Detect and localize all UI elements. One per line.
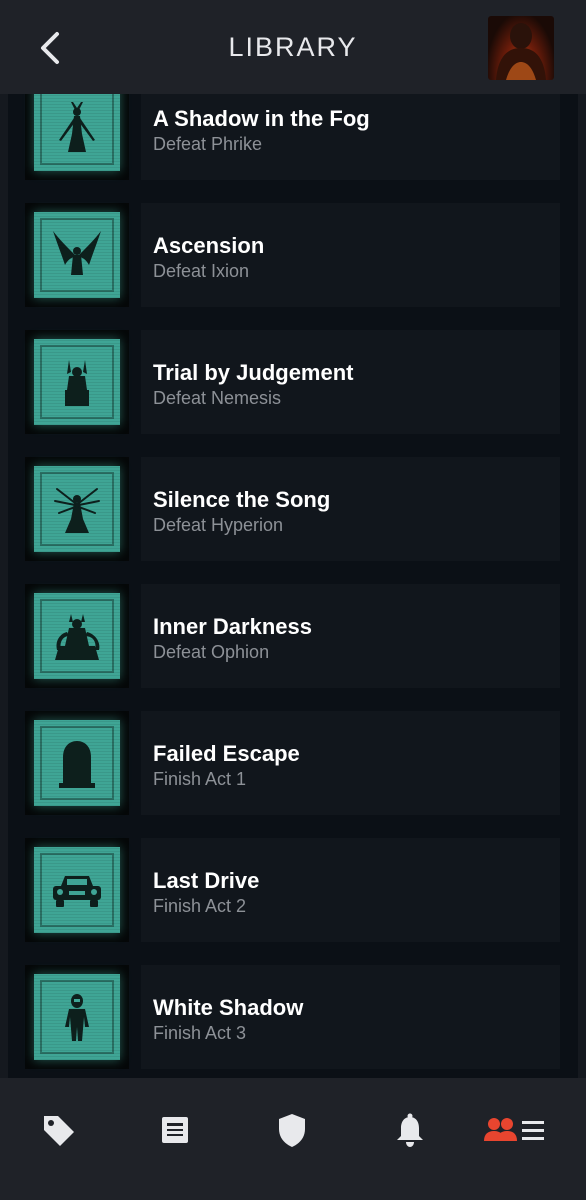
achievement-title: Inner Darkness xyxy=(153,614,312,639)
achievement-title: Silence the Song xyxy=(153,487,331,512)
achievement-badge xyxy=(25,330,129,434)
top-bar: LIBRARY xyxy=(0,0,586,94)
achievement-item[interactable]: Inner Darkness Defeat Ophion xyxy=(8,584,578,690)
achievement-subtitle: Defeat Ophion xyxy=(153,642,270,662)
nav-store-button[interactable] xyxy=(28,1102,88,1158)
nav-news-button[interactable] xyxy=(145,1102,205,1158)
achievement-badge xyxy=(25,584,129,688)
ophion-icon xyxy=(55,614,100,660)
bottom-navigation xyxy=(0,1078,586,1200)
achievement-item[interactable]: Silence the Song Defeat Hyperion xyxy=(8,457,578,563)
achievement-card: Trial by Judgement Defeat Nemesis xyxy=(141,330,560,434)
nemesis-icon xyxy=(65,360,89,406)
shield-icon xyxy=(279,1114,305,1147)
achievement-card: White Shadow Finish Act 3 xyxy=(141,965,560,1069)
achievement-badge xyxy=(25,711,129,815)
achievement-card: A Shadow in the Fog Defeat Phrike xyxy=(141,94,560,180)
tombstone-icon xyxy=(59,741,95,788)
phrike-icon xyxy=(59,102,95,152)
achievement-badge xyxy=(25,965,129,1069)
achievement-item[interactable]: A Shadow in the Fog Defeat Phrike xyxy=(8,94,578,182)
achievement-title: Trial by Judgement xyxy=(153,360,354,385)
achievement-item[interactable]: Last Drive Finish Act 2 xyxy=(8,838,578,944)
achievement-item[interactable]: Trial by Judgement Defeat Nemesis xyxy=(8,330,578,436)
achievement-title: Failed Escape xyxy=(153,741,300,766)
achievement-item[interactable]: Ascension Defeat Ixion xyxy=(8,203,578,309)
achievement-subtitle: Finish Act 3 xyxy=(153,1023,247,1043)
achievement-card: Last Drive Finish Act 2 xyxy=(141,838,560,942)
nav-shield-button[interactable] xyxy=(262,1102,322,1158)
achievement-subtitle: Defeat Hyperion xyxy=(153,515,284,535)
tag-icon xyxy=(44,1116,74,1146)
achievement-list[interactable]: A Shadow in the Fog Defeat Phrike Ascens… xyxy=(8,94,578,1078)
achievement-badge xyxy=(25,838,129,942)
friends-list-icon xyxy=(484,1118,544,1141)
achievement-subtitle: Defeat Phrike xyxy=(153,134,263,154)
bell-icon xyxy=(397,1113,423,1147)
achievement-card: Ascension Defeat Ixion xyxy=(141,203,560,307)
achievement-subtitle: Finish Act 2 xyxy=(153,896,247,916)
achievement-title: Ascension xyxy=(153,233,265,258)
achievement-item[interactable]: White Shadow Finish Act 3 xyxy=(8,965,578,1071)
achievement-card: Failed Escape Finish Act 1 xyxy=(141,711,560,815)
achievement-badge xyxy=(25,203,129,307)
achievement-badge xyxy=(25,457,129,561)
achievement-subtitle: Defeat Ixion xyxy=(153,261,250,281)
nav-notifications-button[interactable] xyxy=(380,1102,440,1158)
ixion-icon xyxy=(53,231,101,275)
achievement-subtitle: Defeat Nemesis xyxy=(153,388,282,408)
achievement-card: Inner Darkness Defeat Ophion xyxy=(141,584,560,688)
avatar-image xyxy=(496,23,546,80)
achievement-card: Silence the Song Defeat Hyperion xyxy=(141,457,560,561)
achievement-subtitle: Finish Act 1 xyxy=(153,769,247,789)
achievement-item[interactable]: Failed Escape Finish Act 1 xyxy=(8,711,578,817)
hyperion-icon xyxy=(54,488,100,533)
news-icon xyxy=(162,1117,188,1143)
achievement-title: White Shadow xyxy=(153,995,304,1020)
nav-friends-button[interactable] xyxy=(482,1102,548,1158)
achievement-title: Last Drive xyxy=(153,868,260,893)
achievement-title: A Shadow in the Fog xyxy=(153,106,370,131)
player-avatar[interactable] xyxy=(488,16,554,80)
achievement-badge xyxy=(25,94,129,180)
car-icon xyxy=(53,876,101,907)
astronaut-icon xyxy=(65,994,89,1041)
